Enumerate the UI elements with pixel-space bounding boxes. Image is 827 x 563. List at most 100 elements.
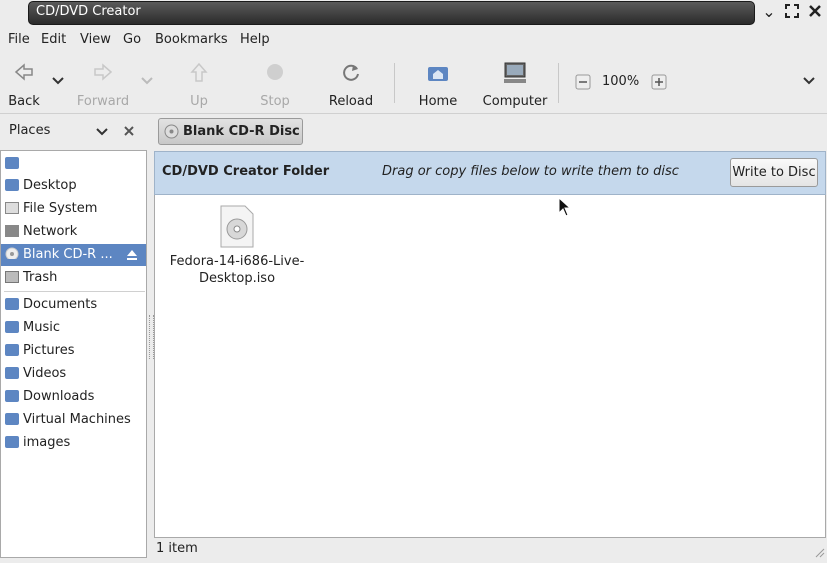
menu-bookmarks[interactable]: Bookmarks	[155, 32, 228, 47]
cd-creator-banner: CD/DVD Creator Folder Drag or copy files…	[154, 151, 826, 195]
menu-bar: File Edit View Go Bookmarks Help	[0, 28, 827, 52]
menu-help[interactable]: Help	[240, 32, 270, 47]
forward-arrow-icon	[94, 63, 113, 81]
title-pill[interactable]: CD/DVD Creator	[28, 1, 755, 25]
sidebar-item-pictures[interactable]: Pictures	[1, 340, 146, 362]
sidebar-item-documents[interactable]: Documents	[1, 294, 146, 316]
places-dropdown-icon[interactable]	[96, 128, 108, 136]
sidebar-item-home[interactable]	[1, 153, 146, 175]
places-selector[interactable]: Places	[9, 123, 50, 138]
sidebar-item-label: Trash	[23, 270, 58, 285]
window-title: CD/DVD Creator	[36, 4, 141, 19]
sidebar-item-label: images	[23, 435, 71, 450]
folder-icon	[5, 436, 19, 448]
folder-icon	[5, 390, 19, 402]
computer-button[interactable]: Computer	[481, 59, 549, 111]
write-to-disc-button[interactable]: Write to Disc	[730, 158, 818, 187]
back-button[interactable]: Back	[4, 59, 44, 111]
sidebar-item-label: Documents	[23, 297, 98, 312]
hard-drive-icon	[5, 202, 19, 214]
stop-button[interactable]: Stop	[256, 59, 294, 111]
status-text: 1 item	[156, 541, 198, 556]
home-label: Home	[418, 94, 458, 109]
back-arrow-icon	[14, 63, 33, 81]
forward-button[interactable]: Forward	[75, 59, 131, 111]
zoom-in-icon[interactable]	[651, 74, 667, 90]
sidebar-item-label: Virtual Machines	[23, 412, 131, 427]
computer-label: Computer	[482, 94, 548, 109]
sidebar-item-label: File System	[23, 201, 98, 216]
sidebar-item-label: Music	[23, 320, 60, 335]
home-button[interactable]: Home	[415, 59, 461, 111]
toolbar-separator	[394, 63, 395, 103]
folder-icon	[5, 367, 19, 379]
path-bar-label: Blank CD-R Disc	[183, 124, 300, 139]
sidebar-divider	[4, 291, 145, 292]
sidebar-item-blank-cd[interactable]: Blank CD-R ...	[1, 244, 146, 266]
up-button[interactable]: Up	[182, 59, 216, 111]
sidebar-item-desktop[interactable]: Desktop	[1, 175, 146, 197]
sidebar-item-downloads[interactable]: Downloads	[1, 386, 146, 408]
trash-icon	[5, 271, 19, 283]
sidebar-item-virtual-machines[interactable]: Virtual Machines	[1, 409, 146, 431]
eject-icon[interactable]	[126, 249, 138, 261]
reload-label: Reload	[328, 94, 374, 109]
sidebar-item-label: Network	[23, 224, 78, 239]
reload-button[interactable]: Reload	[327, 59, 375, 111]
folder-icon	[5, 321, 19, 333]
menu-file[interactable]: File	[8, 32, 30, 47]
forward-label: Forward	[76, 94, 130, 109]
banner-hint: Drag or copy files below to write them t…	[382, 164, 679, 179]
folder-icon	[5, 179, 19, 191]
file-view[interactable]: Fedora-14-i686-Live- Desktop.iso	[154, 195, 826, 538]
sidebar-item-label: Desktop	[23, 178, 77, 193]
up-label: Up	[190, 94, 208, 109]
reload-icon	[343, 64, 359, 81]
menu-go[interactable]: Go	[123, 32, 141, 47]
back-label: Back	[8, 94, 40, 109]
sidebar-item-label: Videos	[23, 366, 67, 381]
toolbar-separator-2	[558, 63, 559, 103]
disc-icon	[5, 247, 19, 259]
sidebar-item-label: Downloads	[23, 389, 95, 404]
home-folder-icon	[428, 67, 448, 81]
toolbar-overflow-icon[interactable]	[803, 77, 815, 85]
path-bar-button[interactable]: Blank CD-R Disc	[158, 118, 303, 145]
computer-icon	[504, 62, 526, 83]
sidebar-item-network[interactable]: Network	[1, 221, 146, 243]
back-dropdown-icon[interactable]	[52, 77, 64, 85]
menu-view[interactable]: View	[80, 32, 111, 47]
network-icon	[5, 225, 19, 237]
stop-label: Stop	[260, 94, 290, 109]
sidebar-item-label: Pictures	[23, 343, 75, 358]
folder-icon	[5, 344, 19, 356]
sidebar-item-images[interactable]: images	[1, 432, 146, 454]
maximize-icon[interactable]	[783, 3, 801, 21]
zoom-level[interactable]: 100%	[602, 74, 639, 89]
file-item[interactable]: Fedora-14-i686-Live- Desktop.iso	[167, 205, 307, 286]
zoom-out-icon[interactable]	[575, 74, 591, 90]
file-name-line-2: Desktop.iso	[198, 271, 276, 286]
file-name-line-1: Fedora-14-i686-Live-	[169, 254, 305, 269]
disc-image-file-icon	[220, 205, 254, 248]
home-folder-icon	[5, 157, 19, 169]
close-sidebar-icon[interactable]	[123, 125, 135, 137]
sidebar-item-trash[interactable]: Trash	[1, 267, 146, 289]
resize-grip-icon[interactable]	[815, 548, 825, 558]
close-icon[interactable]	[806, 3, 824, 21]
sidebar-item-file-system[interactable]: File System	[1, 198, 146, 220]
disc-icon	[164, 124, 179, 139]
banner-title: CD/DVD Creator Folder	[162, 164, 330, 179]
sidebar: Desktop File System Network Blank CD-R .…	[0, 150, 147, 558]
places-header: Places	[0, 116, 148, 146]
folder-icon	[5, 413, 19, 425]
sidebar-item-videos[interactable]: Videos	[1, 363, 146, 385]
sidebar-item-label: Blank CD-R ...	[23, 247, 113, 262]
menu-edit[interactable]: Edit	[41, 32, 66, 47]
stop-icon	[267, 64, 283, 80]
minimize-icon[interactable]: ⌄	[760, 3, 778, 21]
mouse-cursor-icon	[558, 197, 570, 217]
sidebar-item-music[interactable]: Music	[1, 317, 146, 339]
forward-dropdown-icon[interactable]	[141, 77, 153, 85]
folder-icon	[5, 298, 19, 310]
